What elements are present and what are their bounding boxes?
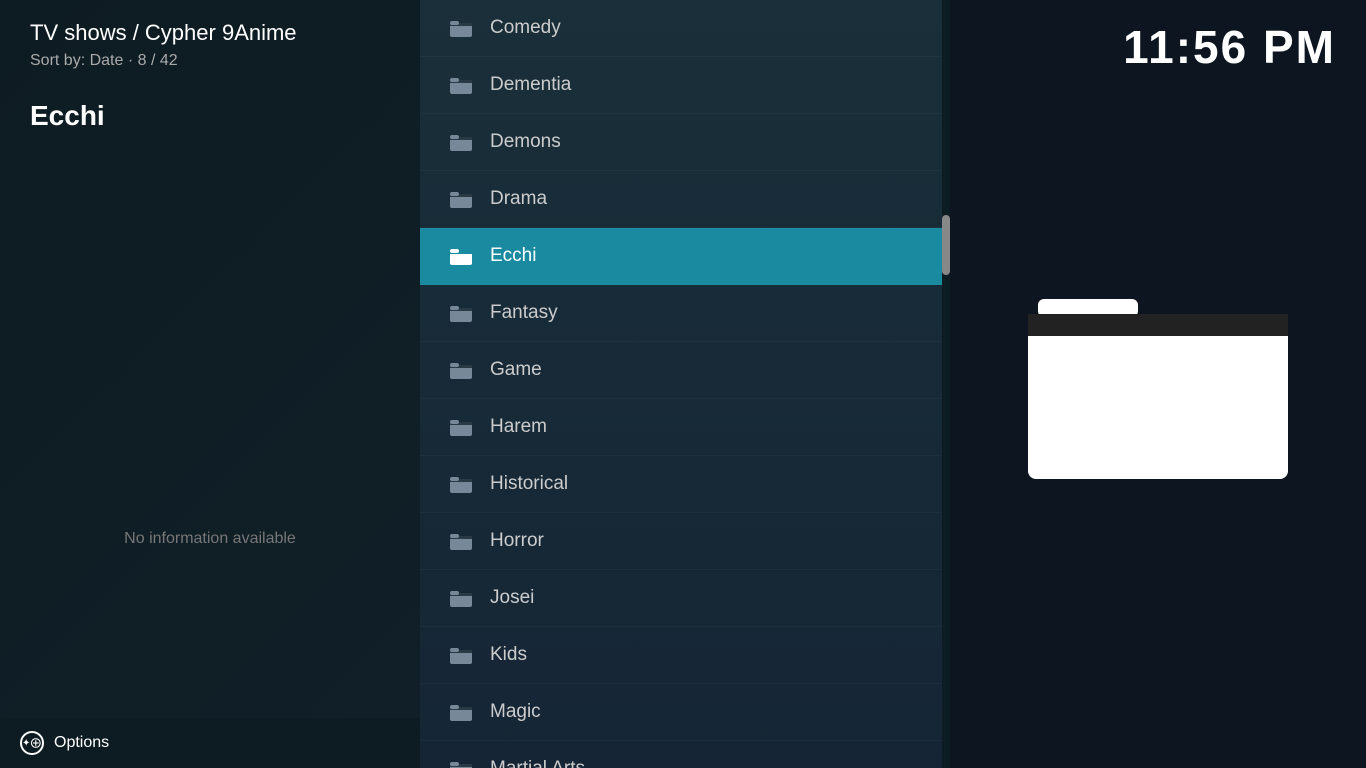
item-label-horror: Horror bbox=[490, 530, 544, 552]
scrollbar[interactable] bbox=[942, 0, 950, 768]
item-label-drama: Drama bbox=[490, 188, 547, 210]
list-item-harem[interactable]: Harem bbox=[420, 399, 950, 456]
list-item-horror[interactable]: Horror bbox=[420, 513, 950, 570]
list-item-kids[interactable]: Kids bbox=[420, 627, 950, 684]
folder-icon bbox=[450, 190, 472, 208]
folder-icon bbox=[450, 247, 472, 265]
folder-icon bbox=[450, 361, 472, 379]
folder-icon bbox=[450, 133, 472, 151]
folder-icon bbox=[450, 304, 472, 322]
list-item-historical[interactable]: Historical bbox=[420, 456, 950, 513]
right-panel bbox=[950, 0, 1366, 768]
list-item-martial-arts[interactable]: Martial Arts bbox=[420, 741, 950, 768]
left-panel: TV shows / Cypher 9Anime Sort by: Date ·… bbox=[0, 0, 420, 768]
item-label-kids: Kids bbox=[490, 644, 527, 666]
scrollbar-thumb[interactable] bbox=[942, 215, 950, 275]
folder-icon bbox=[450, 418, 472, 436]
item-label-game: Game bbox=[490, 359, 542, 381]
folder-icon bbox=[450, 703, 472, 721]
list-panel: Comedy Dementia Demons Drama Ecchi Fanta… bbox=[420, 0, 950, 768]
folder-icon bbox=[450, 532, 472, 550]
folder-icon bbox=[450, 475, 472, 493]
item-label-martial-arts: Martial Arts bbox=[490, 758, 585, 768]
options-label: Options bbox=[54, 734, 109, 752]
list-item-josei[interactable]: Josei bbox=[420, 570, 950, 627]
folder-icon bbox=[450, 19, 472, 37]
item-label-magic: Magic bbox=[490, 701, 541, 723]
list-item-dementia[interactable]: Dementia bbox=[420, 57, 950, 114]
item-label-harem: Harem bbox=[490, 416, 547, 438]
sort-info: Sort by: Date · 8 / 42 bbox=[30, 52, 390, 70]
list-item-magic[interactable]: Magic bbox=[420, 684, 950, 741]
folder-icon bbox=[450, 76, 472, 94]
item-label-demons: Demons bbox=[490, 131, 561, 153]
list-item-drama[interactable]: Drama bbox=[420, 171, 950, 228]
options-bar[interactable]: Options bbox=[0, 718, 420, 768]
item-label-fantasy: Fantasy bbox=[490, 302, 558, 324]
item-label-ecchi: Ecchi bbox=[490, 245, 536, 267]
folder-icon-large bbox=[1028, 279, 1288, 489]
list-item-fantasy[interactable]: Fantasy bbox=[420, 285, 950, 342]
item-label-dementia: Dementia bbox=[490, 74, 571, 96]
list-item-ecchi[interactable]: Ecchi bbox=[420, 228, 950, 285]
breadcrumb: TV shows / Cypher 9Anime bbox=[30, 20, 390, 46]
list-item-demons[interactable]: Demons bbox=[420, 114, 950, 171]
item-label-historical: Historical bbox=[490, 473, 568, 495]
no-info-text: No information available bbox=[30, 530, 390, 748]
options-icon bbox=[20, 731, 44, 755]
item-label-josei: Josei bbox=[490, 587, 534, 609]
list-item-comedy[interactable]: Comedy bbox=[420, 0, 950, 57]
folder-icon bbox=[450, 589, 472, 607]
selected-item-title: Ecchi bbox=[30, 100, 390, 132]
folder-icon bbox=[450, 646, 472, 664]
item-label-comedy: Comedy bbox=[490, 17, 561, 39]
folder-icon bbox=[450, 760, 472, 768]
clock: 11:56 PM bbox=[1123, 20, 1336, 74]
list-item-game[interactable]: Game bbox=[420, 342, 950, 399]
genre-list: Comedy Dementia Demons Drama Ecchi Fanta… bbox=[420, 0, 950, 768]
